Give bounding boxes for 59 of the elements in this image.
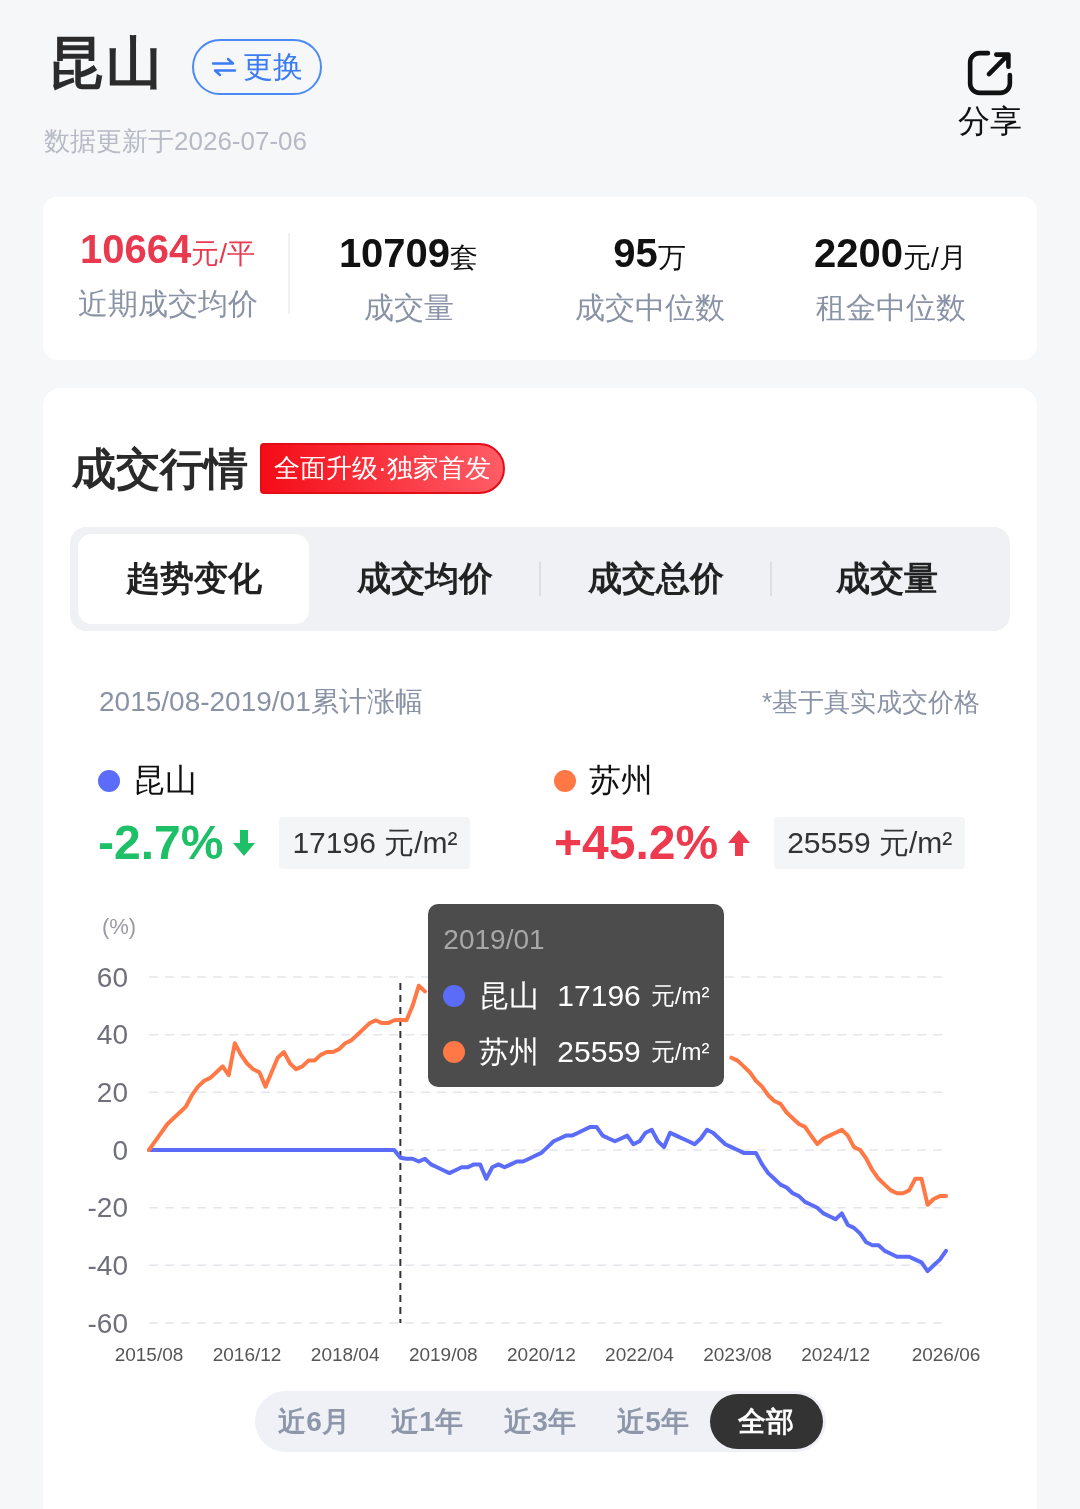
axis-unit-label: (%) xyxy=(101,913,137,939)
period-label: 2015/08-2019/01累计涨幅 xyxy=(99,685,423,719)
update-date-text: 数据更新于2026-07-06 xyxy=(44,126,308,156)
tab[interactable]: 成交均价 xyxy=(309,534,540,624)
price-tag: 25559 元/m² xyxy=(774,817,966,869)
x-axis-label: 2018/04 xyxy=(310,1343,380,1365)
stat-label: 成交中位数 xyxy=(574,290,725,326)
tooltip-date: 2019/01 xyxy=(443,923,546,957)
tooltip-series-name: 昆山 xyxy=(479,977,540,1014)
up-arrow-icon xyxy=(728,830,751,856)
stat-unit: 元/平 xyxy=(191,238,255,271)
stat-unit: 套 xyxy=(450,241,479,275)
tab[interactable]: 成交量 xyxy=(771,534,1002,624)
x-axis-label: 2019/08 xyxy=(408,1343,478,1365)
change-percent: -2.7% xyxy=(98,817,224,869)
share-button[interactable]: 分享 xyxy=(958,50,1022,140)
x-axis-label: 2016/12 xyxy=(212,1343,282,1365)
swap-icon xyxy=(211,57,237,77)
x-axis-label: 2026/06 xyxy=(911,1343,981,1365)
stat-label: 租金中位数 xyxy=(815,290,966,326)
tooltip-value: 25559 xyxy=(557,1035,641,1069)
stat-value: 95 xyxy=(613,230,658,277)
y-axis-label: -40 xyxy=(87,1249,128,1281)
x-axis-label: 2020/12 xyxy=(507,1343,576,1365)
y-axis-label: -20 xyxy=(87,1192,128,1224)
share-icon xyxy=(967,50,1013,96)
tab[interactable]: 成交总价 xyxy=(540,534,771,624)
tooltip-series-name: 苏州 xyxy=(479,1033,540,1070)
promo-badge: 全面升级·独家首发 xyxy=(260,443,505,494)
stat-value: 2200 xyxy=(814,230,904,277)
stat-label: 近期成交均价 xyxy=(77,286,258,322)
range-option[interactable]: 全部 xyxy=(709,1394,823,1449)
stat-unit: 元/月 xyxy=(903,241,967,275)
y-axis-label: -60 xyxy=(87,1307,128,1339)
stat-label: 成交量 xyxy=(363,290,454,326)
stat-unit: 万 xyxy=(657,242,686,275)
stat-value: 10664 xyxy=(80,226,192,273)
x-axis-label: 2024/12 xyxy=(801,1343,870,1365)
tab[interactable]: 趋势变化 xyxy=(78,534,309,624)
x-axis-label: 2015/08 xyxy=(114,1343,184,1365)
tooltip-unit: 元/m² xyxy=(650,1037,710,1067)
section-title: 成交行情 xyxy=(72,443,248,494)
x-axis-label: 2022/04 xyxy=(605,1343,674,1365)
y-axis-label: 40 xyxy=(96,1019,128,1051)
switch-city-button[interactable]: 更换 xyxy=(192,39,322,95)
city-name: 昆山 xyxy=(133,761,197,800)
change-percent: +45.2% xyxy=(554,817,719,869)
y-axis-label: 60 xyxy=(96,961,128,993)
price-tag: 17196 元/m² xyxy=(279,817,471,869)
y-axis-label: 0 xyxy=(112,1134,128,1166)
city-name: 苏州 xyxy=(589,761,653,800)
city-title: 昆山 xyxy=(48,30,164,96)
down-arrow-icon xyxy=(233,830,256,856)
tooltip-unit: 元/m² xyxy=(650,981,710,1011)
tooltip-value: 17196 xyxy=(557,979,641,1013)
footnote-text: *基于真实成交价格 xyxy=(761,685,980,719)
stat-value: 10709 xyxy=(338,230,451,277)
x-axis-label: 2023/08 xyxy=(703,1343,772,1365)
y-axis-label: 20 xyxy=(96,1076,128,1108)
